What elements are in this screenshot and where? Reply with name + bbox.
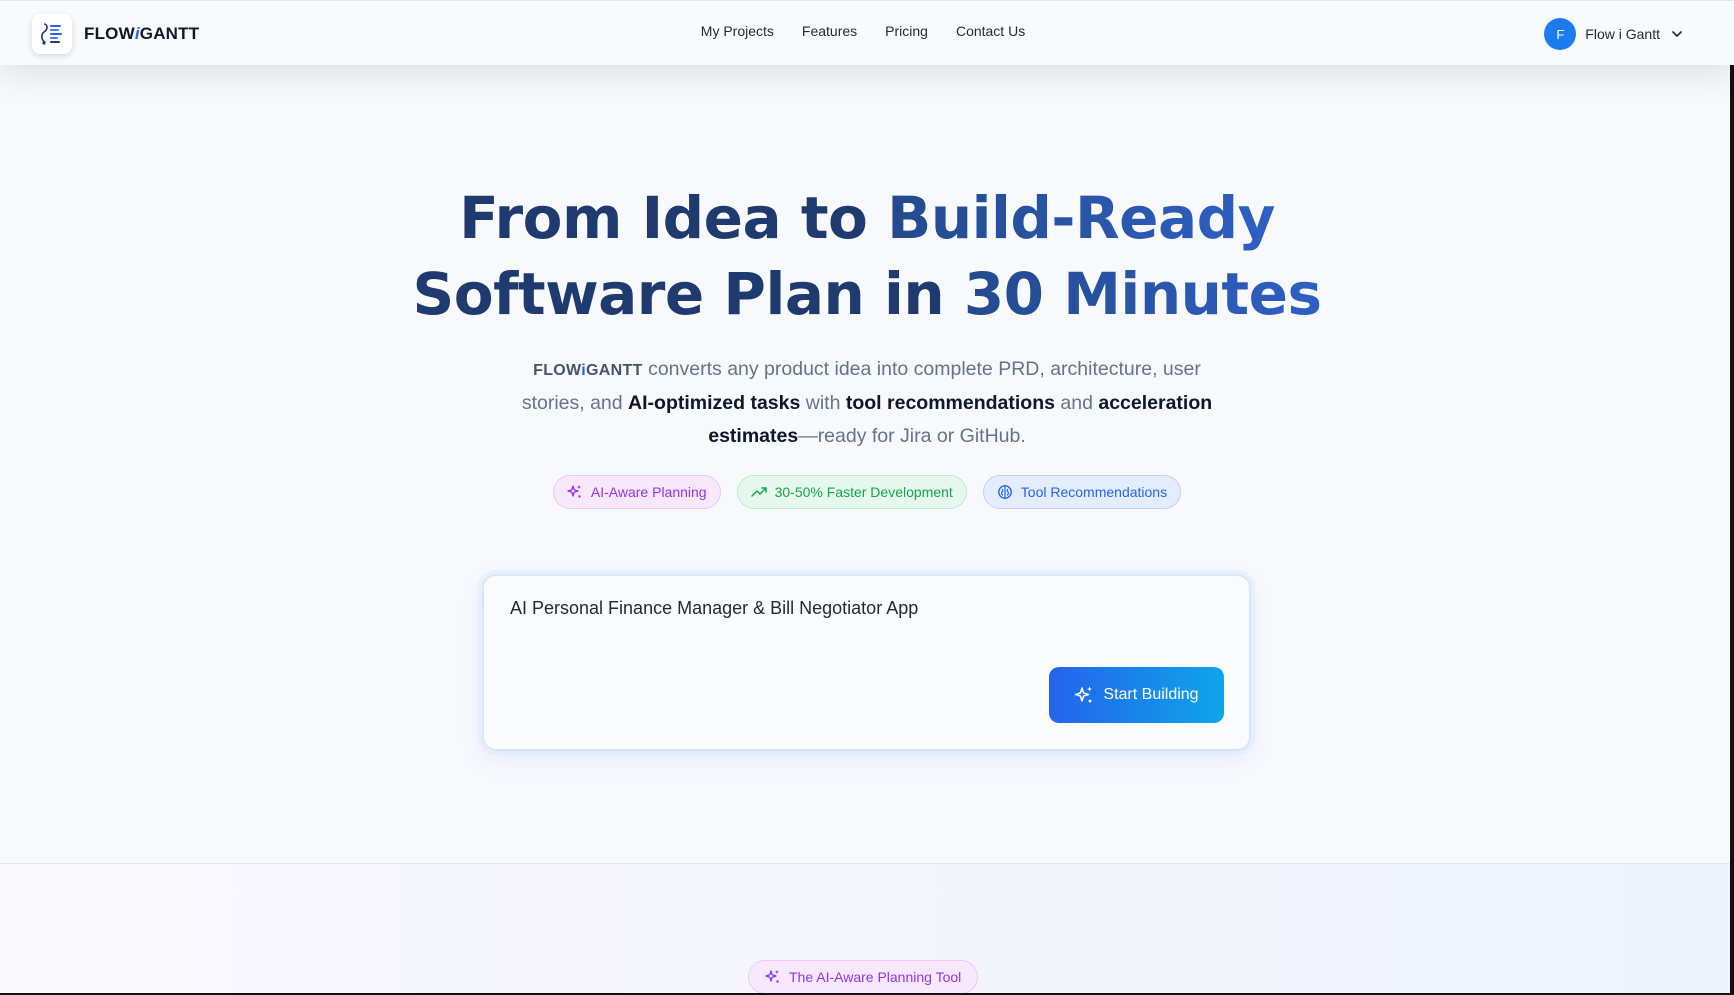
nav-contact-us[interactable]: Contact Us xyxy=(956,23,1025,39)
nav-pricing[interactable]: Pricing xyxy=(885,23,928,39)
main-nav: My Projects Features Pricing Contact Us xyxy=(0,23,1734,41)
brand-inline: FLOWiGANTT xyxy=(533,362,643,379)
badge-faster-development: 30-50% Faster Development xyxy=(736,475,967,509)
avatar: F xyxy=(1544,18,1577,50)
brand-name: FLOWiGANTT xyxy=(84,24,200,43)
top-navbar: FLOWiGANTT My Projects Features Pricing … xyxy=(0,0,1734,65)
idea-input[interactable] xyxy=(510,598,1210,619)
ai-aware-tool-badge: The AI-Aware Planning Tool xyxy=(748,960,979,994)
sparkles-icon xyxy=(765,970,779,983)
logo-icon xyxy=(32,14,72,54)
sparkles-icon xyxy=(1075,686,1093,703)
features-section: The AI-Aware Planning Tool xyxy=(0,863,1734,995)
hero-description: FLOWiGANTT converts any product idea int… xyxy=(521,358,1213,447)
start-building-button[interactable]: Start Building xyxy=(1049,667,1224,723)
idea-input-card: Start Building xyxy=(482,574,1251,751)
trending-up-icon xyxy=(750,487,767,497)
brain-icon xyxy=(997,485,1012,499)
nav-my-projects[interactable]: My Projects xyxy=(701,23,774,39)
hero-title: From Idea to Build-Ready Software Plan i… xyxy=(412,184,1322,328)
window-edge xyxy=(1730,0,1734,995)
chevron-down-icon xyxy=(1672,31,1682,37)
nav-features[interactable]: Features xyxy=(802,23,857,39)
badge-ai-aware-planning: AI-Aware Planning xyxy=(552,475,721,509)
sparkles-icon xyxy=(567,485,581,498)
feature-badges: AI-Aware Planning 30-50% Faster Developm… xyxy=(0,475,1734,509)
brand-logo[interactable]: FLOWiGANTT xyxy=(32,14,199,54)
user-menu[interactable]: F Flow i Gantt xyxy=(1544,18,1684,50)
badge-tool-recommendations: Tool Recommendations xyxy=(982,475,1182,509)
user-name: Flow i Gantt xyxy=(1585,26,1660,42)
